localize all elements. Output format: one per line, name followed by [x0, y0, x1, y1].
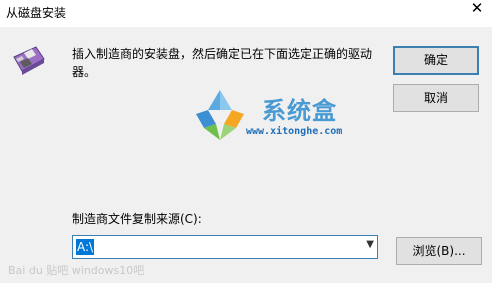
title-bar: 从磁盘安装 ✕ [0, 0, 492, 27]
watermark-url: www.xitonghe.com [246, 126, 343, 137]
copy-source-value[interactable]: A:\ [76, 239, 95, 255]
close-button[interactable]: ✕ [462, 0, 492, 18]
xitonghe-logo-icon [196, 90, 244, 140]
cancel-button[interactable]: 取消 [393, 84, 479, 112]
floppy-disk-icon [13, 46, 45, 75]
ok-button[interactable]: 确定 [393, 46, 479, 75]
corner-watermark: Bai du 贴吧 windows10吧 [8, 264, 145, 277]
window-title: 从磁盘安装 [6, 6, 67, 20]
chevron-down-icon[interactable]: ▼ [366, 239, 374, 250]
copy-source-combobox[interactable]: A:\ ▼ [72, 235, 378, 259]
browse-button[interactable]: 浏览(B)... [396, 237, 482, 265]
install-from-disk-dialog: 从磁盘安装 ✕ 插入制造商的安装盘，然后确定已在下面选定正确的驱动器。 确定 取… [0, 0, 492, 283]
watermark-brand: 系统盒 [262, 97, 337, 125]
instruction-text: 插入制造商的安装盘，然后确定已在下面选定正确的驱动器。 [72, 47, 373, 79]
copy-source-label: 制造商文件复制来源(C): [72, 212, 202, 226]
